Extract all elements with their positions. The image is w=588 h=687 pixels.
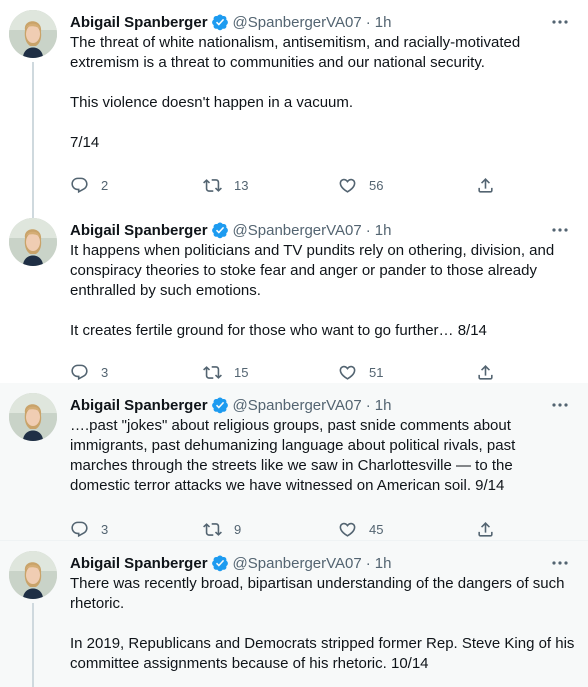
avatar-image (9, 218, 57, 266)
like-icon (339, 522, 356, 537)
author-handle[interactable]: @SpanbergerVA07 (233, 555, 362, 572)
more-icon[interactable] (550, 222, 570, 238)
share-icon (478, 364, 493, 380)
timestamp[interactable]: 1h (375, 397, 392, 414)
avatar-image (9, 10, 57, 58)
like-count: 45 (369, 521, 384, 537)
verified-badge-icon (211, 222, 228, 239)
timestamp[interactable]: 1h (375, 222, 392, 239)
author-handle[interactable]: @SpanbergerVA07 (233, 222, 362, 239)
tweet-text: The threat of white nationalism, antisem… (70, 34, 521, 151)
avatar-image (9, 551, 57, 599)
avatar[interactable] (9, 218, 57, 266)
author-name[interactable]: Abigail Spanberger (70, 14, 208, 31)
retweet-icon (203, 365, 222, 379)
avatar[interactable] (9, 393, 57, 441)
like-count: 56 (369, 177, 384, 193)
retweet-icon (203, 178, 222, 192)
retweet-count: 9 (234, 521, 242, 537)
separator-dot: · (365, 13, 371, 31)
avatar[interactable] (9, 10, 57, 58)
tweet-text: ….past "jokes" about religious groups, p… (70, 417, 520, 494)
action-bar: 3 9 45 (70, 519, 500, 539)
like-button[interactable]: 45 (338, 519, 383, 539)
share-button[interactable] (476, 519, 495, 539)
like-button[interactable]: 56 (338, 175, 383, 195)
share-button[interactable] (476, 362, 495, 382)
tweet-8[interactable]: Abigail Spanberger @SpanbergerVA07 · 1h … (0, 208, 588, 383)
reply-icon (71, 177, 88, 193)
verified-badge-icon (211, 555, 228, 572)
reply-icon (71, 521, 88, 537)
retweet-button[interactable]: 13 (203, 175, 248, 195)
tweet-10[interactable]: Abigail Spanberger @SpanbergerVA07 · 1h … (0, 540, 588, 687)
verified-badge-icon (211, 14, 228, 31)
thread-line (32, 603, 34, 687)
reply-icon (71, 364, 88, 380)
avatar[interactable] (9, 551, 57, 599)
reply-button[interactable]: 3 (70, 362, 108, 382)
timestamp[interactable]: 1h (375, 14, 392, 31)
reply-count: 3 (101, 521, 109, 537)
author-handle[interactable]: @SpanbergerVA07 (233, 397, 362, 414)
reply-button[interactable]: 2 (70, 175, 108, 195)
reply-button[interactable]: 3 (70, 519, 108, 539)
like-count: 51 (369, 364, 384, 380)
more-icon[interactable] (550, 555, 570, 571)
tweet-7[interactable]: Abigail Spanberger @SpanbergerVA07 · 1h … (0, 0, 588, 218)
separator-dot: · (365, 221, 371, 239)
retweet-button[interactable]: 15 (203, 362, 248, 382)
tweet-thread: Abigail Spanberger @SpanbergerVA07 · 1h … (0, 0, 588, 687)
like-icon (339, 365, 356, 380)
separator-dot: · (365, 554, 371, 572)
author-handle[interactable]: @SpanbergerVA07 (233, 14, 362, 31)
retweet-count: 15 (234, 364, 249, 380)
share-button[interactable] (476, 175, 495, 195)
reply-count: 3 (101, 364, 109, 380)
share-icon (478, 177, 493, 193)
tweet-text: It happens when politicians and TV pundi… (70, 242, 555, 339)
thread-line (32, 62, 34, 218)
author-name[interactable]: Abigail Spanberger (70, 555, 208, 572)
action-bar: 2 13 56 (70, 175, 500, 195)
timestamp[interactable]: 1h (375, 555, 392, 572)
retweet-count: 13 (234, 177, 249, 193)
separator-dot: · (365, 396, 371, 414)
avatar-image (9, 393, 57, 441)
like-button[interactable]: 51 (338, 362, 383, 382)
verified-badge-icon (211, 397, 228, 414)
action-bar: 3 15 51 (70, 362, 500, 382)
thread-line (32, 208, 34, 218)
retweet-icon (203, 522, 222, 536)
tweet-text: There was recently broad, bipartisan und… (70, 575, 575, 672)
reply-count: 2 (101, 177, 109, 193)
more-icon[interactable] (550, 397, 570, 413)
share-icon (478, 521, 493, 537)
retweet-button[interactable]: 9 (203, 519, 241, 539)
author-name[interactable]: Abigail Spanberger (70, 397, 208, 414)
more-icon[interactable] (550, 14, 570, 30)
author-name[interactable]: Abigail Spanberger (70, 222, 208, 239)
tweet-9[interactable]: Abigail Spanberger @SpanbergerVA07 · 1h … (0, 383, 588, 540)
like-icon (339, 178, 356, 193)
